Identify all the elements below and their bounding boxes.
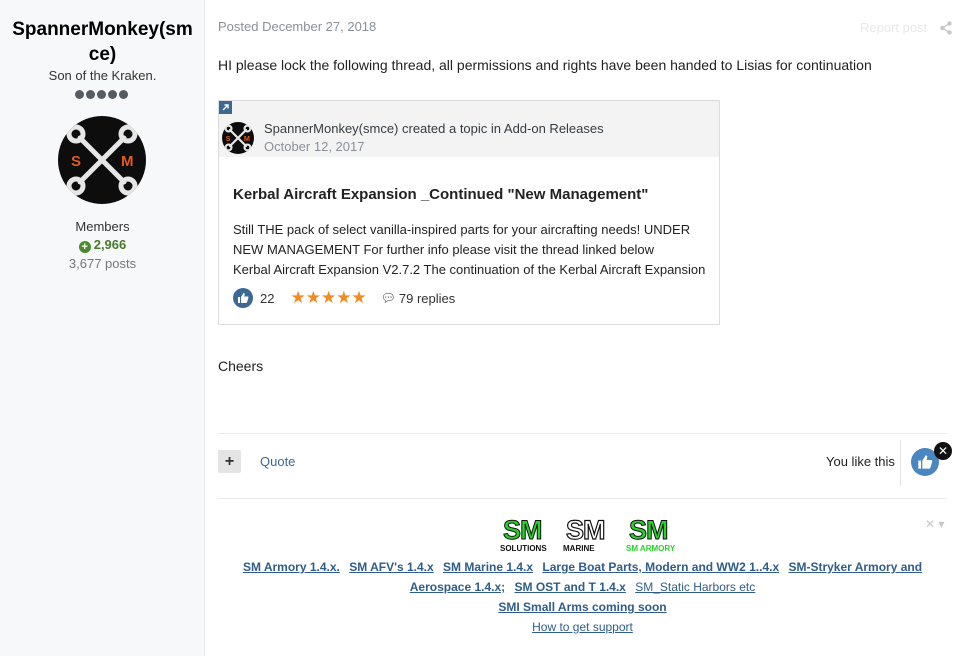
multiquote-button[interactable]: + bbox=[218, 450, 241, 473]
sig-link-afv[interactable]: SM AFV's 1.4.x bbox=[349, 560, 433, 574]
embed-date: October 12, 2017 bbox=[264, 139, 365, 154]
sig-link-harbors[interactable]: SM_Static Harbors etc bbox=[635, 580, 755, 594]
sm-marine-logo: SM MARINE bbox=[560, 514, 621, 553]
embed-footer: 22 ★★★★★ 💬︎ 79 replies bbox=[233, 287, 455, 309]
post-closing: Cheers bbox=[218, 358, 264, 374]
author-title: Son of the Kraken. bbox=[48, 68, 157, 83]
author-name[interactable]: SpannerMonkey(smce) bbox=[10, 17, 195, 67]
svg-text:M: M bbox=[244, 134, 250, 143]
author-panel: SpannerMonkey(smce) Son of the Kraken. S… bbox=[0, 0, 205, 656]
reaction-summary: You like this bbox=[826, 454, 895, 469]
member-group: Members bbox=[75, 219, 130, 234]
svg-text:S: S bbox=[226, 134, 231, 143]
rank-pip bbox=[86, 90, 95, 99]
crossed-wrenches-icon: S M bbox=[66, 124, 138, 196]
embed-meta[interactable]: SpannerMonkey(smce) created a topic in A… bbox=[264, 121, 604, 136]
sig-link-boat[interactable]: Large Boat Parts, Modern and WW2 1..4.x bbox=[542, 560, 779, 574]
embed-header: S M SpannerMonkey(smce) created a topic … bbox=[219, 101, 719, 157]
snippet-line: Kerbal Aircraft Expansion V2.7.2 The con… bbox=[233, 262, 706, 277]
report-post-link[interactable]: Report post bbox=[860, 20, 927, 35]
rank-pip bbox=[119, 90, 128, 99]
divider bbox=[218, 498, 947, 499]
embedded-topic[interactable]: S M SpannerMonkey(smce) created a topic … bbox=[218, 100, 720, 325]
post-date[interactable]: Posted December 27, 2018 bbox=[218, 19, 376, 34]
like-count: 22 bbox=[260, 290, 275, 306]
divider bbox=[900, 440, 901, 486]
snippet-line: Still THE pack of select vanilla-inspire… bbox=[233, 222, 691, 237]
snippet-line: NEW MANAGEMENT For further info please v… bbox=[233, 242, 654, 257]
rank-pips bbox=[75, 90, 135, 100]
plus-circle-icon: + bbox=[78, 241, 91, 253]
sig-link-ost[interactable]: SM OST and T 1.4.x bbox=[514, 580, 625, 594]
post-message: HI please lock the following thread, all… bbox=[218, 57, 872, 73]
reply-count: 79 replies bbox=[398, 290, 456, 306]
reputation-badge: +2,966 bbox=[0, 237, 205, 253]
reputation-value: 2,966 bbox=[93, 237, 127, 252]
quote-link[interactable]: Quote bbox=[260, 454, 295, 469]
remove-reaction-icon[interactable]: ✕ bbox=[934, 442, 952, 460]
sig-link-armory[interactable]: SM Armory 1.4.x. bbox=[243, 560, 340, 574]
crossed-wrenches-icon: S M bbox=[224, 124, 252, 152]
sig-link-aerospace[interactable]: Aerospace 1.4.x; bbox=[410, 580, 505, 594]
sm-armory-logo: SM SM ARMORY bbox=[623, 515, 684, 553]
sig-link-marine[interactable]: SM Marine 1.4.x bbox=[443, 560, 533, 574]
hide-signature-icon[interactable]: ✕ ▾ bbox=[925, 517, 944, 531]
rank-pip bbox=[97, 90, 106, 99]
thumbs-up-icon bbox=[918, 455, 933, 469]
post-count: 3,677 posts bbox=[68, 256, 137, 271]
signature-links: SM Armory 1.4.x. SM AFV's 1.4.x SM Marin… bbox=[218, 557, 947, 637]
thumbs-up-icon bbox=[233, 288, 253, 308]
divider bbox=[218, 433, 947, 434]
sig-link-support[interactable]: How to get support bbox=[532, 620, 633, 634]
svg-text:M: M bbox=[121, 153, 134, 170]
comment-icon: 💬︎ bbox=[380, 291, 396, 305]
sig-link-small-arms[interactable]: SMI Small Arms coming soon bbox=[498, 600, 666, 614]
rank-pip bbox=[108, 90, 117, 99]
embed-snippet: Still THE pack of select vanilla-inspire… bbox=[233, 220, 708, 280]
sig-link-stryker[interactable]: SM-Stryker Armory and bbox=[788, 560, 922, 574]
share-icon[interactable] bbox=[940, 21, 952, 35]
embed-avatar[interactable]: S M bbox=[222, 122, 254, 154]
sm-solutions-logo: SM SOLUTIONS bbox=[497, 515, 558, 553]
rating-stars: ★★★★★ bbox=[290, 288, 367, 307]
svg-text:S: S bbox=[71, 153, 81, 170]
avatar[interactable]: S M bbox=[58, 116, 146, 204]
external-link-icon[interactable] bbox=[219, 101, 232, 114]
signature-logos: SM SOLUTIONS SM MARINE SM SM ARMORY bbox=[497, 514, 684, 553]
rank-pip bbox=[75, 90, 84, 99]
embed-title[interactable]: Kerbal Aircraft Expansion _Continued "Ne… bbox=[233, 186, 648, 203]
